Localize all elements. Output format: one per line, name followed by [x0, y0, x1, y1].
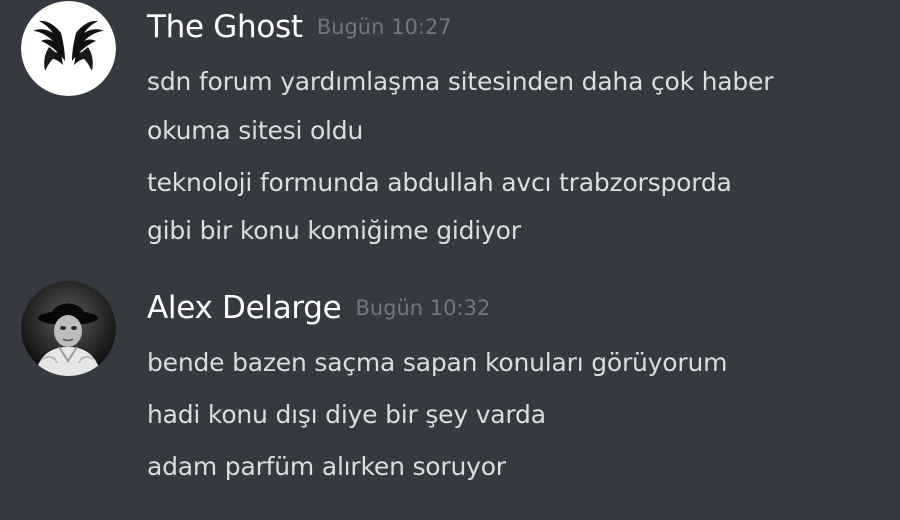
- message-line: gibi bir konu komiğime gidiyor: [147, 216, 521, 245]
- message-header: The Ghost Bugün 10:27: [147, 9, 452, 45]
- avatar-alex-delarge[interactable]: [21, 281, 116, 376]
- username[interactable]: The Ghost: [147, 9, 303, 45]
- timestamp: Bugün 10:27: [316, 15, 452, 39]
- message-group-the-ghost: The Ghost Bugün 10:27 sdn forum yardımlaş…: [0, 0, 900, 260]
- message-line: okuma sitesi oldu: [147, 116, 364, 145]
- black-wings-icon: [21, 1, 116, 96]
- avatar-the-ghost[interactable]: [21, 1, 116, 96]
- message-line: bende bazen saçma sapan konuları görüyor…: [147, 348, 728, 377]
- message-line: sdn forum yardımlaşma sitesinden daha ço…: [147, 67, 774, 96]
- message-line: hadi konu dışı diye bir şey varda: [147, 400, 546, 429]
- message-line: teknoloji formunda abdullah avcı trabzor…: [147, 168, 732, 197]
- timestamp: Bugün 10:32: [355, 296, 491, 320]
- username[interactable]: Alex Delarge: [147, 290, 342, 326]
- message-line: adam parfüm alırken soruyor: [147, 452, 506, 481]
- bowler-hat-man-photo-icon: [21, 281, 116, 376]
- message-group-alex-delarge: Alex Delarge Bugün 10:32 bende bazen saçm…: [0, 270, 900, 520]
- message-header: Alex Delarge Bugün 10:32: [147, 290, 490, 326]
